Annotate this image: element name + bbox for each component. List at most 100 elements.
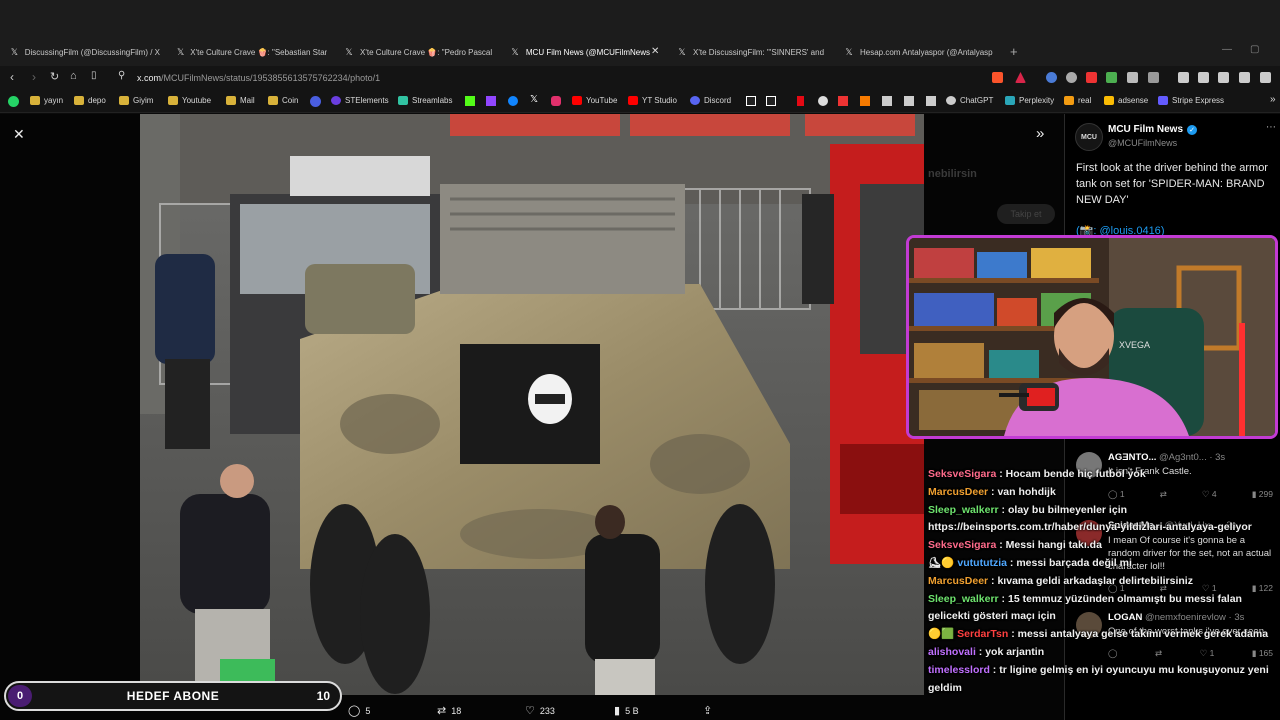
more-options-icon[interactable]: ⋯: [1266, 122, 1276, 133]
extension-icon[interactable]: [1086, 72, 1097, 83]
close-tab-icon[interactable]: ✕: [651, 46, 659, 57]
author-name[interactable]: MCU Film News ✓: [1108, 124, 1198, 135]
bookmark-item[interactable]: real: [1064, 96, 1091, 105]
tab-0[interactable]: 𝕏 DiscussingFilm (@DiscussingFilm) / X: [10, 43, 160, 61]
netflix-icon[interactable]: [797, 96, 804, 106]
tab-5[interactable]: 𝕏 Hesap.com Antalyaspor (@Antalyasp: [844, 43, 994, 61]
chat-separator: :: [998, 503, 1008, 516]
bookmark-item[interactable]: depo: [74, 96, 106, 105]
bookmark-item[interactable]: Stripe Express: [1158, 96, 1224, 105]
url-field[interactable]: x.com/MCUFilmNews/status/195385561357576…: [137, 73, 380, 83]
chat-username[interactable]: timelesslord: [928, 664, 990, 676]
tiktok-icon[interactable]: [746, 96, 756, 106]
extension-icon[interactable]: [818, 96, 828, 106]
chat-username[interactable]: vutututzia: [957, 557, 1007, 569]
bookmark-item[interactable]: yayın: [30, 96, 63, 105]
r-icon[interactable]: [310, 96, 321, 107]
expand-sidebar-icon[interactable]: »: [1036, 125, 1044, 142]
extension-icon[interactable]: [860, 96, 870, 106]
chat-text: https://beinsports.com.tr/haber/dunya-yi…: [928, 521, 1252, 534]
whatsapp-icon[interactable]: [8, 96, 19, 107]
kick-icon[interactable]: [465, 96, 475, 106]
author-handle[interactable]: @MCUFilmNews: [1108, 138, 1177, 148]
stelements-icon: [331, 96, 341, 105]
bluesky-icon[interactable]: [508, 96, 518, 106]
chat-message: SeksveSigara : Hocam bende hiç futbol yo…: [928, 466, 1273, 484]
extension-icon[interactable]: [904, 96, 914, 106]
brave-shield-icon[interactable]: [992, 72, 1003, 83]
close-icon[interactable]: ✕: [13, 126, 25, 143]
chat-username[interactable]: SerdarTsn: [957, 628, 1008, 640]
bookmark-item[interactable]: YouTube: [572, 96, 617, 105]
chat-username[interactable]: SeksveSigara: [928, 539, 996, 551]
extension-icon[interactable]: [882, 96, 892, 106]
x-icon: 𝕏: [678, 46, 686, 57]
extension-icon[interactable]: [1148, 72, 1159, 83]
bookmark-icon[interactable]: ▯: [91, 70, 97, 81]
share-action[interactable]: ⇪: [703, 704, 717, 717]
tab-3[interactable]: 𝕏 MCU Film News (@MCUFilmNews: [510, 43, 650, 61]
views-action[interactable]: ▮ 5 B: [614, 704, 639, 717]
reload-icon[interactable]: ↻: [50, 70, 59, 83]
bookmark-item[interactable]: STElements: [331, 96, 389, 105]
bookmark-label: real: [1078, 96, 1092, 105]
tweet-photo[interactable]: [140, 114, 924, 695]
new-tab-icon[interactable]: +: [1010, 44, 1018, 59]
site-settings-icon[interactable]: ⚲: [118, 70, 125, 81]
x-icon: 𝕏: [345, 46, 353, 57]
chat-username[interactable]: Sleep_walkerr: [928, 504, 999, 516]
chat-username[interactable]: alishovali: [928, 646, 976, 658]
extension-icon[interactable]: [838, 96, 848, 106]
minimize-icon[interactable]: —: [1222, 44, 1232, 55]
chat-separator: :: [1006, 556, 1017, 569]
tab-2[interactable]: 𝕏 X'te Culture Crave 🍿: "Pedro Pascal: [344, 43, 494, 61]
bookmark-label: Coin: [282, 96, 299, 105]
avatar[interactable]: MCU: [1075, 123, 1103, 151]
chat-username[interactable]: MarcusDeer: [928, 486, 988, 498]
bookmark-item[interactable]: Streamlabs: [398, 96, 452, 105]
back-icon[interactable]: ‹: [10, 70, 14, 84]
more-bookmarks-icon[interactable]: »: [1270, 94, 1276, 105]
media-icon[interactable]: [1178, 72, 1189, 83]
bookmark-item[interactable]: Youtube: [168, 96, 211, 105]
twitch-icon[interactable]: [486, 96, 496, 106]
instagram-icon[interactable]: [551, 96, 561, 106]
chat-username[interactable]: MarcusDeer: [928, 575, 988, 587]
like-action[interactable]: ♡ 233: [525, 704, 555, 717]
tab-1[interactable]: 𝕏 X'te Culture Crave 🍿: "Sebastian Stan: [177, 43, 327, 61]
menu-icon[interactable]: [1260, 72, 1271, 83]
tiktok-icon[interactable]: [766, 96, 776, 106]
x-icon: 𝕏: [177, 46, 185, 57]
extension-icon[interactable]: [1066, 72, 1077, 83]
reply-count: 5: [365, 705, 371, 716]
bookmark-item[interactable]: adsense: [1104, 96, 1148, 105]
chatgpt-icon: [946, 96, 956, 105]
bookmark-item[interactable]: Perplexity: [1005, 96, 1054, 105]
puzzle-icon[interactable]: [1127, 72, 1138, 83]
reply-handle: @Ag3nt0...: [1159, 452, 1207, 463]
chat-username[interactable]: SeksveSigara: [928, 468, 996, 480]
bookmark-item[interactable]: YT Studio: [628, 96, 677, 105]
bookmark-item[interactable]: Giyim: [119, 96, 153, 105]
wallet-icon[interactable]: [1218, 72, 1229, 83]
home-icon[interactable]: ⌂: [70, 70, 77, 82]
tab-4[interactable]: 𝕏 X'te DiscussingFilm: "'SINNERS' and: [677, 43, 827, 61]
bookmark-item[interactable]: Mail: [226, 96, 255, 105]
bookmark-item[interactable]: ChatGPT: [946, 96, 993, 105]
extension-icon[interactable]: [1106, 72, 1117, 83]
reply-action[interactable]: ◯ 5: [348, 704, 370, 717]
forward-icon[interactable]: ›: [32, 70, 36, 84]
sidebar-icon[interactable]: [1198, 72, 1209, 83]
retweet-action[interactable]: ⇄ 18: [437, 704, 461, 717]
leo-icon[interactable]: [1239, 72, 1250, 83]
x-icon[interactable]: 𝕏: [530, 94, 538, 105]
chat-username[interactable]: Sleep_walkerr: [928, 593, 999, 605]
maximize-icon[interactable]: ▢: [1250, 44, 1259, 55]
bookmark-item[interactable]: Discord: [690, 96, 731, 105]
bookmark-item[interactable]: Coin: [268, 96, 298, 105]
reply-header[interactable]: AGƎNTO... @Ag3nt0... · 3s: [1108, 452, 1225, 463]
extension-icon[interactable]: [1046, 72, 1057, 83]
follow-button[interactable]: Takip et: [997, 204, 1055, 224]
chat-message: Sleep_walkerr : 15 temmuz yüzünden olmam…: [928, 591, 1273, 627]
extension-icon[interactable]: [926, 96, 936, 106]
